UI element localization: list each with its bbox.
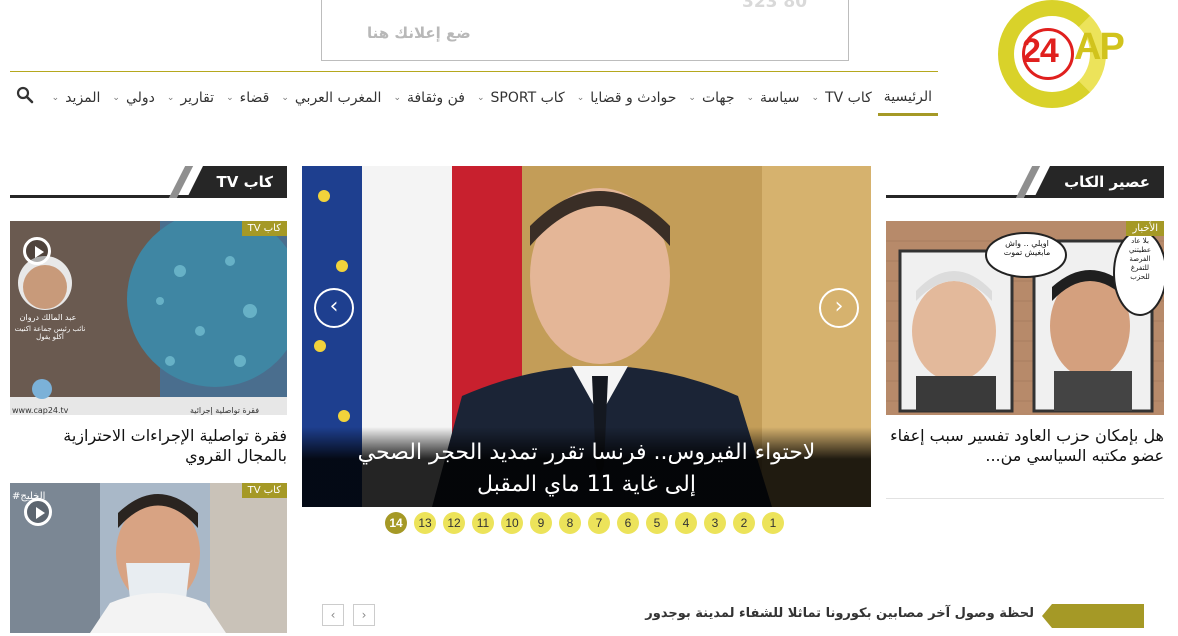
speech-bubble-text: بلا عاد عطيتني الفرصة للتفرغ للحزب [1128, 237, 1152, 281]
video-thumbnail[interactable]: كاب TV الخليج# [10, 483, 287, 633]
nav-home[interactable]: الرئيسية [877, 80, 938, 116]
nav-label: المغرب العربي [294, 90, 382, 106]
slider-prev-button[interactable]: ‹ [314, 288, 354, 328]
nav-label: قضاء [239, 90, 270, 106]
chevron-down-icon: ⌄ [576, 93, 585, 103]
video-bottom-text: فقرة تواصلية إجرائية [190, 406, 260, 415]
slider-page-button[interactable]: 2 [733, 512, 755, 534]
nav-label: المزيد [65, 90, 101, 106]
category-badge[interactable]: الأخبار [1126, 221, 1164, 236]
logo-letters: AP [1074, 26, 1125, 68]
nav-sport[interactable]: كاب SPORT ⌄ [471, 80, 571, 116]
slider-page-button[interactable]: 12 [443, 512, 465, 534]
nav-label: فن وثقافة [406, 90, 465, 106]
nav-label: جهات [701, 90, 735, 106]
slider-page-button[interactable]: 5 [646, 512, 668, 534]
ad-banner[interactable]: 323 80 ضع إعلانك هنا [321, 0, 849, 61]
ticker-prev-button[interactable]: ‹ [322, 604, 344, 626]
play-icon[interactable] [24, 498, 52, 526]
video-thumbnail[interactable]: كاب TV عبد المالك دروان نائب رئيس جماعة … [10, 221, 287, 415]
nav-cap-tv[interactable]: كاب TV ⌄ [806, 80, 878, 116]
section-title-tab[interactable]: عصير الكاب [1015, 166, 1164, 198]
breaking-news-text[interactable]: لحظة وصول آخر مصابين بكورونا تماثلا للشف… [380, 606, 1034, 621]
chevron-down-icon: ⌄ [281, 93, 289, 103]
section-title-tab[interactable]: كاب TV [168, 166, 287, 198]
nav-incidents[interactable]: حوادث و قضايا ⌄ [571, 80, 683, 116]
slider-page-button[interactable]: 10 [501, 512, 523, 534]
chevron-down-icon: ⌄ [166, 93, 175, 103]
section-title: عصير الكاب [1064, 173, 1150, 191]
chevron-down-icon: ⌄ [51, 93, 60, 103]
chevron-down-icon: ⌄ [688, 93, 696, 103]
nav-divider [10, 71, 938, 72]
logo-number: 24 [1022, 32, 1059, 70]
nav-maghreb[interactable]: المغرب العربي ⌄ [275, 80, 387, 116]
nav-label: كاب SPORT [490, 90, 565, 106]
speaker-subtitle: نائب رئيس جماعة اكنيت أكلو يقول [14, 325, 86, 341]
slider-page-button[interactable]: 3 [704, 512, 726, 534]
breaking-news-label [1042, 604, 1144, 628]
article-title[interactable]: هل بإمكان حزب العاود تفسير سبب إعفاء عضو… [886, 426, 1164, 466]
category-badge[interactable]: كاب TV [241, 483, 287, 498]
slider-page-button[interactable]: 9 [530, 512, 552, 534]
nav-more[interactable]: المزيد ⌄ [46, 80, 107, 116]
main-nav: الرئيسية كاب TV ⌄ سياسة ⌄ جهات ⌄ حوادث و قض… [10, 80, 938, 116]
ad-top-text: 323 80 [742, 0, 808, 12]
video-image [10, 483, 287, 633]
nav-label: سياسة [760, 90, 800, 106]
speaker-name: عبد المالك دروان [19, 313, 77, 322]
chevron-down-icon: ⌄ [477, 93, 485, 103]
section-header-cap-tv: كاب TV [10, 166, 287, 198]
ticker-next-button[interactable]: › [353, 604, 375, 626]
chevron-down-icon: ⌄ [226, 93, 234, 103]
chevron-down-icon: ⌄ [393, 93, 401, 103]
slider-page-button[interactable]: 7 [588, 512, 610, 534]
chevron-down-icon: ⌄ [112, 93, 120, 103]
nav-culture[interactable]: فن وثقافة ⌄ [387, 80, 471, 116]
video-title[interactable]: فقرة تواصلية الإجراءات الاحترازية بالمجا… [10, 426, 287, 466]
slider-page-button[interactable]: 1 [762, 512, 784, 534]
section-title: كاب TV [216, 173, 274, 191]
section-header-cap-juice: عصير الكاب [886, 166, 1164, 198]
speech-bubble-text: اويلي .. واش مابغيش تموت [1003, 239, 1051, 257]
nav-regions[interactable]: جهات ⌄ [682, 80, 740, 116]
nav-label: الرئيسية [883, 88, 932, 105]
featured-slider[interactable]: ‹ › لاحتواء الفيروس.. فرنسا تقرر تمديد ا… [302, 166, 871, 507]
nav-international[interactable]: دولي ⌄ [106, 80, 160, 116]
chevron-down-icon: ⌄ [746, 93, 755, 103]
nav-label: كاب TV [825, 90, 872, 106]
slider-page-button[interactable]: 13 [414, 512, 436, 534]
slider-caption[interactable]: لاحتواء الفيروس.. فرنسا تقرر تمديد الحجر… [302, 427, 871, 507]
site-logo[interactable]: 24 AP [994, 0, 1144, 110]
slider-page-button[interactable]: 8 [559, 512, 581, 534]
nav-label: تقارير [180, 90, 215, 106]
slider-pagination: 14 13 12 11 10 9 8 7 6 5 4 3 2 1 [385, 512, 791, 536]
slider-page-button[interactable]: 4 [675, 512, 697, 534]
nav-justice[interactable]: قضاء ⌄ [220, 80, 275, 116]
nav-label: دولي [125, 90, 155, 106]
search-icon[interactable] [16, 86, 34, 104]
play-icon[interactable] [23, 237, 51, 265]
slider-next-button[interactable]: › [819, 288, 859, 328]
nav-label: حوادث و قضايا [590, 90, 677, 106]
slider-page-button[interactable]: 11 [472, 512, 494, 534]
slider-page-button[interactable]: 14 [385, 512, 407, 534]
cartoon-image[interactable]: الأخبار اويلي .. واش مابغيش تموت بلا عاد… [886, 221, 1164, 415]
chevron-down-icon: ⌄ [811, 93, 820, 103]
slider-page-button[interactable]: 6 [617, 512, 639, 534]
ad-label: ضع إعلانك هنا [367, 24, 471, 42]
divider [886, 498, 1164, 499]
nav-politics[interactable]: سياسة ⌄ [741, 80, 806, 116]
category-badge[interactable]: كاب TV [241, 221, 287, 236]
site-watermark: www.cap24.tv [12, 406, 69, 415]
nav-reports[interactable]: تقارير ⌄ [161, 80, 220, 116]
